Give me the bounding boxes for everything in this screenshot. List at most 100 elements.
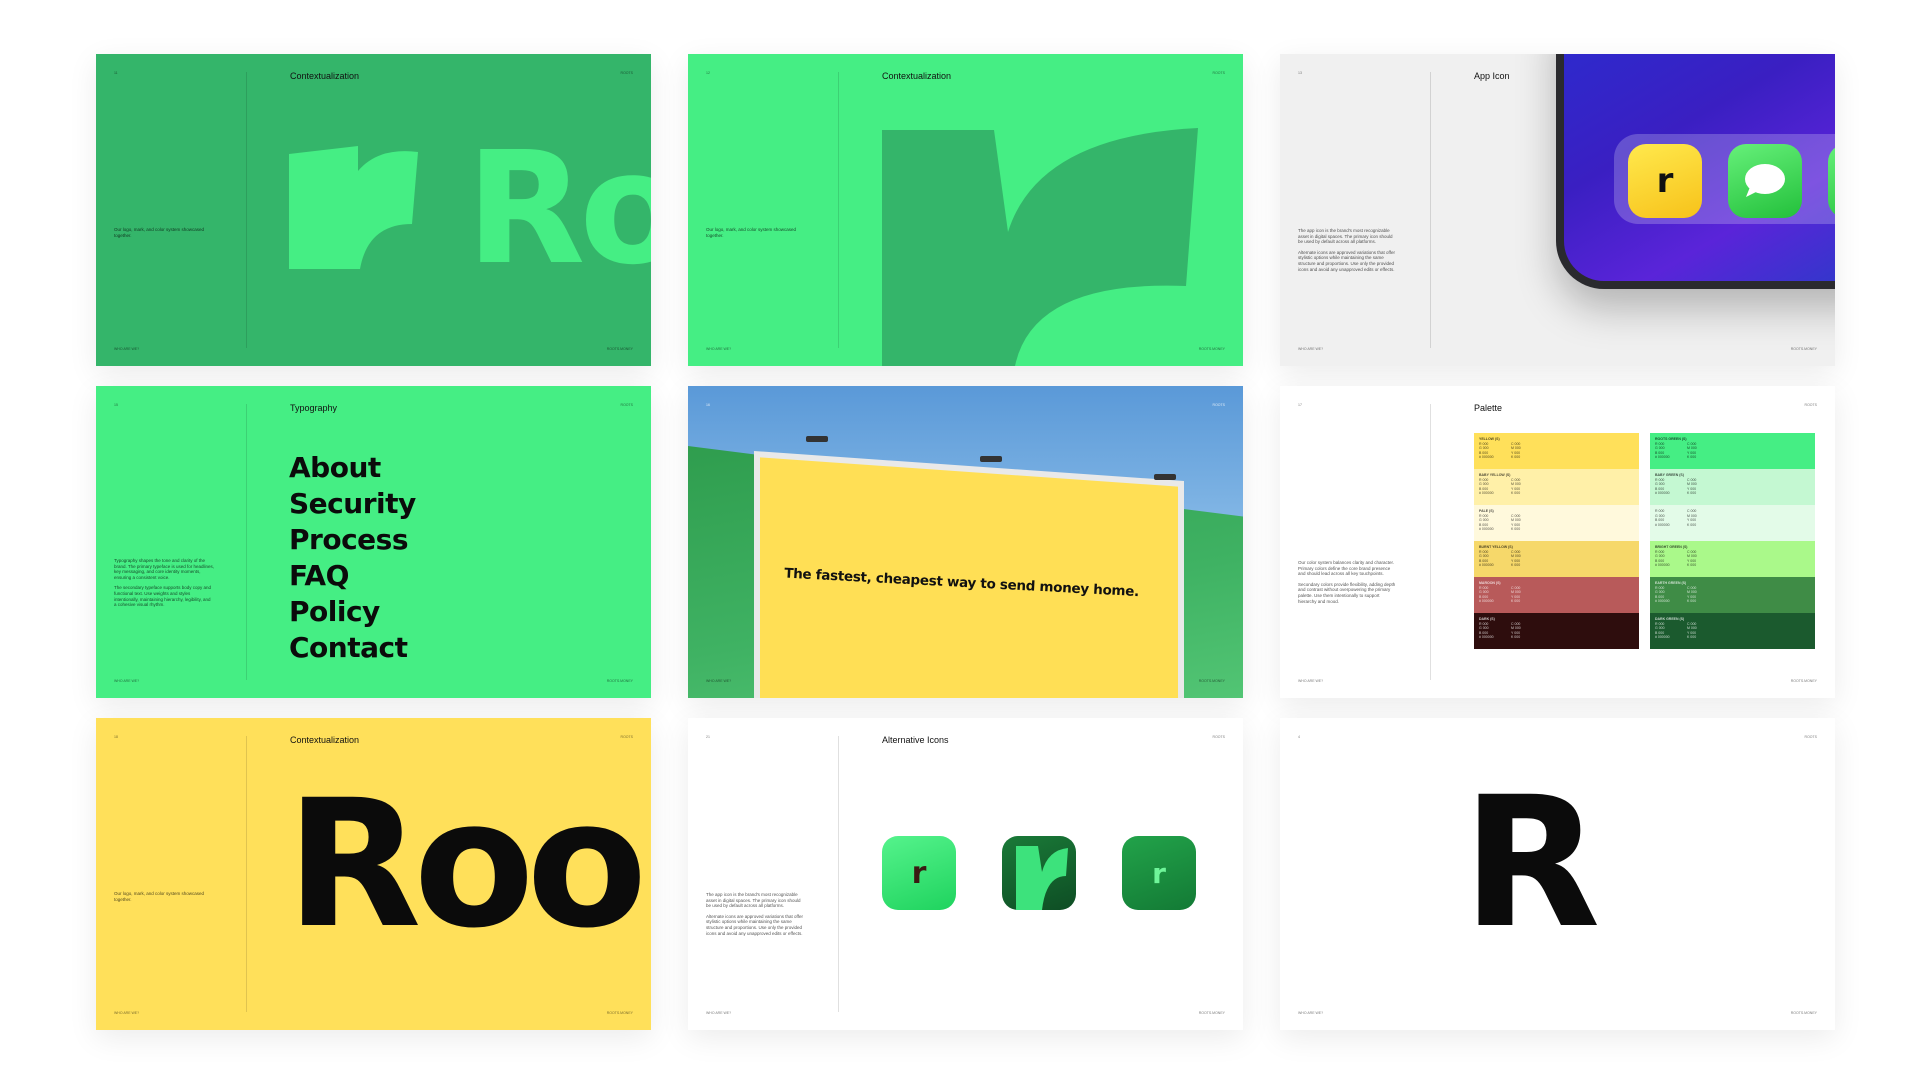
color-swatch: YELLOW (S) R 000 G 000 B 000 # 000000 C 000 M … xyxy=(1474,433,1639,469)
swatch-name: DARK GREEN (S) xyxy=(1655,617,1685,621)
side-text: Typography shapes the tone and clarity o… xyxy=(114,558,214,608)
footer-left: WHO ARE WE? xyxy=(1298,1011,1324,1015)
brand-label: ROOTS xyxy=(620,403,633,407)
swatch-values: R 000 G 000 B 000 # 000000 C 000 M 000 Y 000 K … xyxy=(1655,621,1697,640)
swatch-values: R 000 G 000 B 000 # 000000 C 000 M 000 Y 000 K … xyxy=(1479,621,1521,640)
page-number: 16 xyxy=(706,403,710,407)
swatch-values: R 000 G 000 B 000 # 000000 C 000 M 000 Y 000 K … xyxy=(1655,441,1697,460)
messages-icon xyxy=(1728,144,1802,218)
footer-left: WHO ARE WE? xyxy=(1298,347,1324,351)
menu-item-faq: FAQ xyxy=(289,559,349,592)
swatch-values: R 000 G 000 B 000 # 000000 C 000 M 000 Y 000 K … xyxy=(1479,477,1521,496)
side-text: Our color system balances clarity and ch… xyxy=(1298,560,1396,604)
menu-item-contact: Contact xyxy=(289,631,408,664)
slide-app-icon[interactable]: 13 App Icon The app icon is the brand's … xyxy=(1280,54,1835,366)
swatch-name: BURNT YELLOW (S) xyxy=(1479,545,1513,549)
slide-alternative-icons[interactable]: 21 ROOTS Alternative Icons The app icon … xyxy=(688,718,1243,1030)
footer-left: WHO ARE WE? xyxy=(706,347,732,351)
footer-right: ROOTS.MONEY xyxy=(1790,347,1817,351)
page-number: 17 xyxy=(1298,403,1302,407)
wordmark: Ro xyxy=(466,118,651,299)
slide-contextualization-yellow[interactable]: 18 ROOTS Contextualization Our logo, mar… xyxy=(96,718,651,1030)
alt-icon-gradient-mark xyxy=(1002,836,1076,910)
color-swatch: PALE (S) R 000 G 000 B 000 # 000000 C 000 M 00… xyxy=(1474,505,1639,541)
footer-right: ROOTS.MONEY xyxy=(1198,1011,1225,1015)
glyph-r: R xyxy=(1462,759,1601,968)
side-text: The app icon is the brand's most recogni… xyxy=(706,892,803,936)
color-swatch: BABY YELLOW (S) R 000 G 000 B 000 # 000000 C … xyxy=(1474,469,1639,505)
page-number: 4 xyxy=(1298,735,1300,739)
swatch-name: BABY GREEN (S) xyxy=(1655,473,1684,477)
slide-title: Contextualization xyxy=(290,735,360,745)
color-swatch: BURNT YELLOW (S) R 000 G 000 B 000 # 000000 C… xyxy=(1474,541,1639,577)
swatch-values: R 000 G 000 B 000 # 000000 C 000 M 000 Y 000 K … xyxy=(1479,513,1521,532)
divider xyxy=(246,404,247,680)
footer-right: ROOTS.MONEY xyxy=(1790,679,1817,683)
menu-item-security: Security xyxy=(289,487,416,520)
color-swatch: ROOTS GREEN (S) R 000 G 000 B 000 # 000000 C … xyxy=(1650,433,1815,469)
slide-contextualization-green[interactable]: 11 ROOTS Contextualization Our logo, mar… xyxy=(96,54,651,366)
swatch-name: ROOTS GREEN (S) xyxy=(1655,437,1687,441)
menu-item-about: About xyxy=(289,451,381,484)
slide-contextualization-mark[interactable]: 12 ROOTS Contextualization Our logo, mar… xyxy=(688,54,1243,366)
brand-label: ROOTS xyxy=(1804,403,1817,407)
color-swatch: R 000 G 000 B 000 # 000000 C 000 M 000 Y 000 K … xyxy=(1650,505,1815,541)
footer-left: WHO ARE WE? xyxy=(1298,679,1324,683)
swatch-values: R 000 G 000 B 000 # 000000 C 000 M 000 Y 000 K … xyxy=(1655,585,1697,604)
footer-left: WHO ARE WE? xyxy=(114,347,140,351)
slide-title: Palette xyxy=(1474,403,1503,413)
swatch-values: R 000 G 000 B 000 # 000000 C 000 M 000 Y 000 K … xyxy=(1655,477,1697,496)
brand-label: ROOTS xyxy=(1212,735,1225,739)
footer-right: ROOTS.MONEY xyxy=(1198,679,1225,683)
side-text: Our logo, mark, and color system showcas… xyxy=(114,891,205,902)
phone-mockup: r xyxy=(1556,54,1835,289)
divider xyxy=(838,736,839,1012)
divider xyxy=(1430,72,1431,348)
app-icon-roots: r xyxy=(1628,144,1702,218)
swatch-values: R 000 G 000 B 000 # 000000 C 000 M 000 Y 000 K … xyxy=(1479,549,1521,568)
menu-item-policy: Policy xyxy=(289,595,380,628)
alt-icon-dark: r xyxy=(1122,836,1196,910)
footer-right: ROOTS.MONEY xyxy=(606,679,633,683)
footer-left: WHO ARE WE? xyxy=(706,679,732,683)
slide-title: App Icon xyxy=(1474,71,1510,81)
divider xyxy=(1430,404,1431,680)
billboard-lamp xyxy=(980,456,1002,462)
footer-left: WHO ARE WE? xyxy=(114,679,140,683)
brand-label: ROOTS xyxy=(1212,403,1225,407)
brand-label: ROOTS xyxy=(1804,735,1817,739)
color-swatch: DARK (S) R 000 G 000 B 000 # 000000 C 000 M 00… xyxy=(1474,613,1639,649)
slide-title: Alternative Icons xyxy=(882,735,949,745)
menu-item-process: Process xyxy=(289,523,408,556)
page-number: 21 xyxy=(706,735,710,739)
footer-left: WHO ARE WE? xyxy=(114,1011,140,1015)
swatch-values: R 000 G 000 B 000 # 000000 C 000 M 000 Y 000 K … xyxy=(1655,509,1697,527)
swatch-values: R 000 G 000 B 000 # 000000 C 000 M 000 Y 000 K … xyxy=(1655,549,1697,568)
swatch-name: BABY YELLOW (S) xyxy=(1479,473,1511,477)
footer-right: ROOTS.MONEY xyxy=(1198,347,1225,351)
footer-left: WHO ARE WE? xyxy=(706,1011,732,1015)
footer-right: ROOTS.MONEY xyxy=(1790,1011,1817,1015)
side-text: The app icon is the brand's most recogni… xyxy=(1298,228,1395,272)
billboard-lamp xyxy=(806,436,828,442)
page-number: 18 xyxy=(114,735,118,739)
slide-palette[interactable]: 17 ROOTS Palette Our color system balanc… xyxy=(1280,386,1835,698)
slide-title: Typography xyxy=(290,403,338,413)
icon-letter: r xyxy=(1656,161,1674,201)
footer-right: ROOTS.MONEY xyxy=(606,347,633,351)
slide-typography[interactable]: 15 ROOTS Typography Typography shapes th… xyxy=(96,386,651,698)
swatch-name: EARTH GREEN (S) xyxy=(1655,581,1687,585)
swatch-values: R 000 G 000 B 000 # 000000 C 000 M 000 Y 000 K … xyxy=(1479,585,1521,604)
color-swatch: BRIGHT GREEN (S) R 000 G 000 B 000 # 000000 C… xyxy=(1650,541,1815,577)
swatch-values: R 000 G 000 B 000 # 000000 C 000 M 000 Y 000 K … xyxy=(1479,441,1521,460)
footer-right: ROOTS.MONEY xyxy=(606,1011,633,1015)
slide-billboard[interactable]: 16 ROOTS The fastest, cheapest way to se… xyxy=(688,386,1243,698)
color-swatch: MAROON (S) R 000 G 000 B 000 # 000000 C 000 M … xyxy=(1474,577,1639,613)
wordmark: Roo xyxy=(286,762,647,967)
logo-mark-large xyxy=(882,128,1198,366)
page-number: 15 xyxy=(114,403,118,407)
color-swatch: DARK GREEN (S) R 000 G 000 B 000 # 000000 C 0… xyxy=(1650,613,1815,649)
slide-letter[interactable]: 4 ROOTS R WHO ARE WE? ROOTS.MONEY xyxy=(1280,718,1835,1030)
alt-icon-bright: r xyxy=(882,836,956,910)
swatch-name: BRIGHT GREEN (S) xyxy=(1655,545,1688,549)
